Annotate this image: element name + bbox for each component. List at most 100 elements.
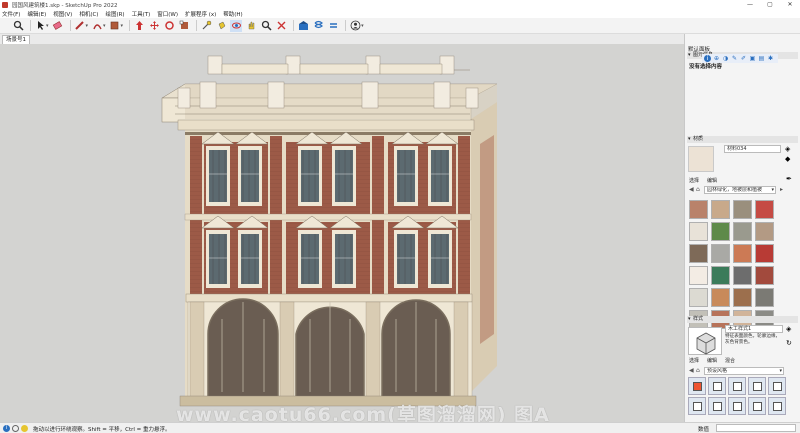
shape-icon[interactable] bbox=[109, 20, 121, 32]
component-icon[interactable]: ⊕ bbox=[713, 55, 720, 62]
extension-icon[interactable] bbox=[312, 20, 324, 32]
refresh-icon[interactable]: ↻ bbox=[786, 339, 792, 347]
scale-icon[interactable] bbox=[178, 20, 190, 32]
eyedropper-icon[interactable]: ✒ bbox=[786, 175, 792, 183]
material-swatch[interactable] bbox=[689, 200, 708, 219]
material-swatch[interactable] bbox=[755, 244, 774, 263]
chevron-down-icon[interactable]: ▾ bbox=[86, 23, 89, 29]
gear-icon[interactable]: ✱ bbox=[767, 55, 774, 62]
menu-help[interactable]: 帮助(H) bbox=[223, 10, 242, 18]
chevron-down-icon[interactable]: ▾ bbox=[103, 23, 106, 29]
chevron-down-icon[interactable]: ▾ bbox=[361, 23, 364, 29]
paint-icon[interactable] bbox=[215, 20, 227, 32]
tag-icon[interactable]: ✐ bbox=[740, 55, 747, 62]
material-swatch[interactable] bbox=[711, 244, 730, 263]
style-item[interactable] bbox=[708, 397, 726, 415]
material-swatch[interactable] bbox=[755, 288, 774, 307]
menu-extensions[interactable]: 扩展程序 (x) bbox=[185, 10, 216, 18]
materials-header[interactable]: 材质 bbox=[687, 136, 798, 143]
material-swatch[interactable] bbox=[755, 266, 774, 285]
scene-icon[interactable]: ▣ bbox=[749, 55, 756, 62]
material-swatch[interactable] bbox=[755, 200, 774, 219]
styles-tab-select[interactable]: 选择 bbox=[689, 357, 699, 364]
model-viewport[interactable] bbox=[0, 44, 684, 422]
measurements-input[interactable] bbox=[716, 424, 796, 432]
update-style-icon[interactable]: ◈ bbox=[786, 325, 791, 333]
material-swatch[interactable] bbox=[733, 244, 752, 263]
tape-icon[interactable] bbox=[200, 20, 212, 32]
back-icon[interactable]: ◀ bbox=[689, 367, 694, 374]
home-icon[interactable]: ⌂ bbox=[696, 367, 700, 374]
arc-icon[interactable] bbox=[91, 20, 103, 32]
style-item[interactable] bbox=[748, 377, 766, 395]
material-swatch[interactable] bbox=[733, 222, 752, 241]
fog-icon[interactable]: ▤ bbox=[758, 55, 765, 62]
material-swatch[interactable] bbox=[711, 200, 730, 219]
material-swatch[interactable] bbox=[711, 222, 730, 241]
chevron-down-icon[interactable]: ▾ bbox=[46, 23, 49, 29]
material-icon[interactable]: ✎ bbox=[731, 55, 738, 62]
minimize-button[interactable]: — bbox=[740, 0, 760, 9]
material-name-field[interactable]: 材料034 bbox=[724, 145, 781, 153]
close-button[interactable]: ✕ bbox=[780, 0, 800, 9]
menu-tools[interactable]: 工具(T) bbox=[132, 10, 151, 18]
credits-icon[interactable] bbox=[21, 425, 28, 432]
orbit-icon[interactable] bbox=[230, 19, 243, 32]
menu-view[interactable]: 视图(V) bbox=[53, 10, 72, 18]
scene-tab-1[interactable]: 场景号1 bbox=[2, 35, 30, 44]
style-item[interactable] bbox=[748, 397, 766, 415]
search-icon[interactable] bbox=[12, 20, 24, 32]
styles-tab-edit[interactable]: 编辑 bbox=[707, 357, 717, 364]
zoom-icon[interactable] bbox=[260, 20, 272, 32]
material-swatch[interactable] bbox=[689, 222, 708, 241]
geolocation-icon[interactable] bbox=[12, 425, 19, 432]
style-collection-select[interactable]: 预设风格 bbox=[704, 367, 784, 375]
styles-header[interactable]: 样式 bbox=[687, 316, 798, 323]
style-item[interactable] bbox=[768, 377, 786, 395]
style-item[interactable] bbox=[728, 397, 746, 415]
menu-draw[interactable]: 绘图(R) bbox=[105, 10, 124, 18]
menu-file[interactable]: 文件(F) bbox=[2, 10, 20, 18]
menu-edit[interactable]: 编辑(E) bbox=[27, 10, 46, 18]
style-name-field[interactable]: 木工样式1 bbox=[725, 325, 783, 333]
material-swatch[interactable] bbox=[755, 222, 774, 241]
materials-tab-edit[interactable]: 编辑 bbox=[707, 177, 717, 184]
styles-tab-mix[interactable]: 混合 bbox=[725, 357, 735, 364]
material-collection-select[interactable]: 园林绿化，地被层和植被 bbox=[704, 186, 776, 194]
back-icon[interactable]: ◀ bbox=[689, 186, 694, 193]
maximize-button[interactable]: ▢ bbox=[760, 0, 780, 9]
style-item[interactable] bbox=[768, 397, 786, 415]
home-icon[interactable]: ⌂ bbox=[696, 186, 700, 193]
material-swatch[interactable] bbox=[733, 200, 752, 219]
menu-camera[interactable]: 相机(C) bbox=[79, 10, 98, 18]
material-swatch[interactable] bbox=[689, 288, 708, 307]
style-item[interactable] bbox=[728, 377, 746, 395]
material-swatch[interactable] bbox=[733, 288, 752, 307]
user-icon[interactable] bbox=[349, 20, 361, 32]
material-swatch[interactable] bbox=[689, 266, 708, 285]
cube-icon[interactable]: ◆ bbox=[785, 155, 790, 163]
info-icon[interactable]: i bbox=[704, 55, 711, 62]
select-icon[interactable] bbox=[34, 20, 46, 32]
create-material-icon[interactable]: ◈ bbox=[785, 145, 790, 153]
shadow-icon[interactable]: ◑ bbox=[722, 55, 729, 62]
menu-window[interactable]: 窗口(W) bbox=[157, 10, 178, 18]
material-swatch[interactable] bbox=[711, 288, 730, 307]
style-item[interactable] bbox=[688, 397, 706, 415]
info-icon[interactable]: i bbox=[3, 425, 10, 432]
eraser-icon[interactable] bbox=[52, 20, 64, 32]
zoom-extents-icon[interactable] bbox=[275, 20, 287, 32]
style-item[interactable] bbox=[688, 377, 706, 395]
material-swatch[interactable] bbox=[711, 266, 730, 285]
style-item[interactable] bbox=[708, 377, 726, 395]
pencil-icon[interactable] bbox=[74, 20, 86, 32]
materials-tab-select[interactable]: 选择 bbox=[689, 177, 699, 184]
chevron-down-icon[interactable]: ▾ bbox=[121, 23, 124, 29]
details-icon[interactable]: ▸ bbox=[780, 186, 783, 193]
move-icon[interactable] bbox=[148, 20, 160, 32]
pan-icon[interactable] bbox=[245, 20, 257, 32]
material-swatch[interactable] bbox=[733, 266, 752, 285]
warehouse-icon[interactable] bbox=[297, 20, 309, 32]
material-swatch[interactable] bbox=[689, 244, 708, 263]
rotate-icon[interactable] bbox=[163, 20, 175, 32]
